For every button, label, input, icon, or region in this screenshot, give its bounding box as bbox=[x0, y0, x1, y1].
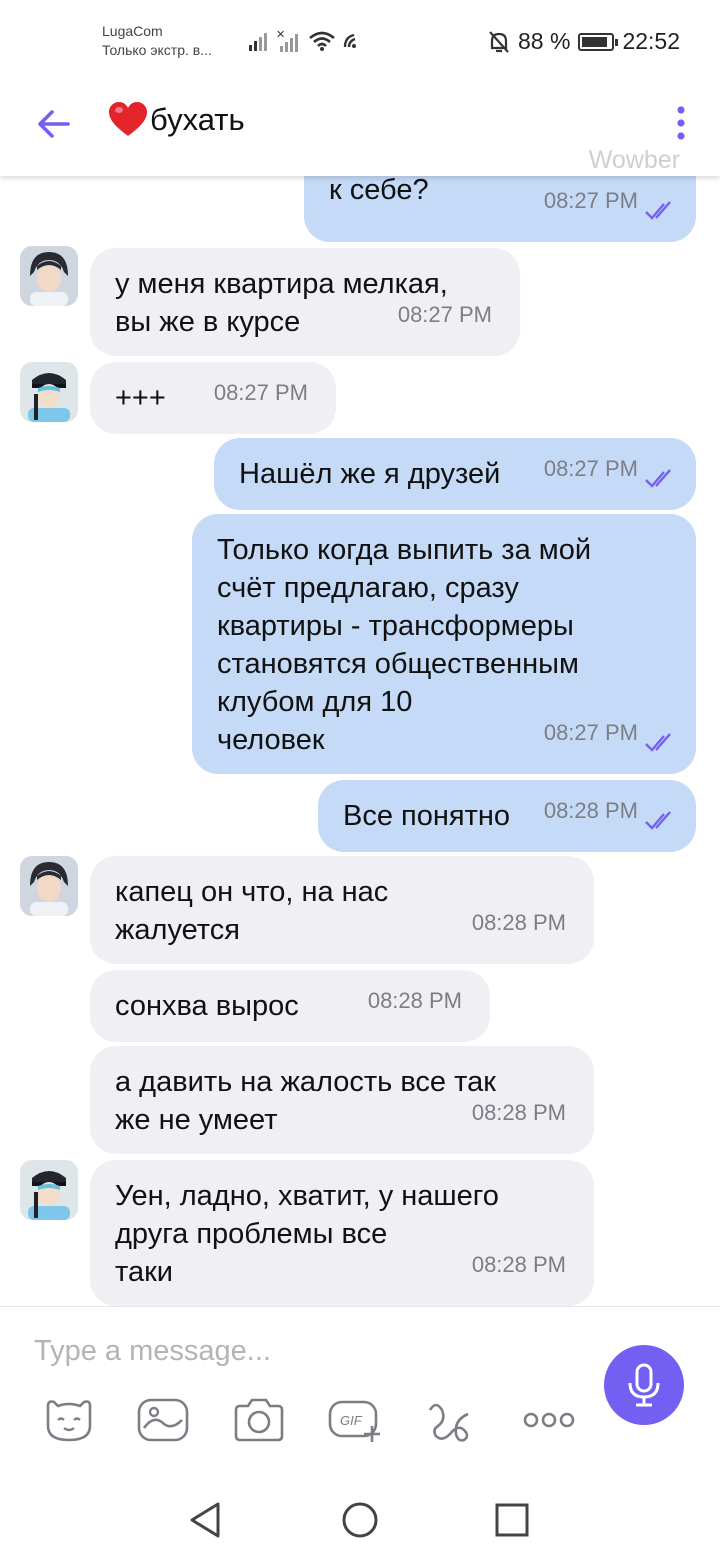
read-ticks-icon bbox=[645, 733, 671, 752]
avatar-2-image bbox=[20, 362, 78, 422]
message-time: 08:27 PM bbox=[213, 380, 308, 405]
message-bubble-incoming[interactable]: сонхва вырос 08:28 PM bbox=[90, 970, 490, 1042]
message-bubble-outgoing[interactable]: Только когда выпить за мой счёт предлага… bbox=[192, 514, 696, 774]
camera-button[interactable] bbox=[230, 1395, 288, 1445]
avatar[interactable] bbox=[20, 362, 78, 422]
gif-icon: GIF bbox=[328, 1400, 380, 1442]
carrier-status: Только экстр. в... bbox=[102, 42, 212, 58]
read-ticks-icon bbox=[645, 811, 671, 830]
avatar[interactable] bbox=[20, 856, 78, 916]
chat-title[interactable]: бухать bbox=[108, 102, 245, 138]
nfc-icon bbox=[343, 33, 356, 48]
message-bubble-outgoing[interactable]: Все понятно 08:28 PM bbox=[318, 780, 696, 852]
message-time: 08:28 PM bbox=[543, 798, 638, 823]
status-bar: LugaCom Только экстр. в... ✕ 88 % 22:52 bbox=[0, 0, 720, 70]
more-icon bbox=[523, 1412, 575, 1428]
mute-icon bbox=[489, 30, 509, 53]
message-bubble-incoming[interactable]: капец он что, на нас жалуется 08:28 PM bbox=[90, 856, 594, 964]
composer: GIF bbox=[0, 1306, 720, 1480]
message-bubble-incoming[interactable]: у меня квартира мелкая, вы же в курсе 08… bbox=[90, 248, 520, 356]
message-text: Только когда выпить за мой счёт предлага… bbox=[217, 534, 592, 756]
arrow-left-icon[interactable] bbox=[34, 104, 74, 144]
avatar-2-image bbox=[20, 1160, 78, 1220]
avatar-1-image bbox=[20, 856, 78, 916]
signal-icon bbox=[249, 33, 267, 51]
avatar[interactable] bbox=[20, 246, 78, 306]
battery-icon bbox=[578, 32, 619, 51]
sticker-icon bbox=[46, 1400, 92, 1442]
message-text: Все понятно bbox=[343, 800, 511, 832]
message-bubble-outgoing[interactable]: Нашёл же я друзей 08:27 PM bbox=[214, 438, 696, 510]
status-icons: ✕ bbox=[248, 28, 360, 54]
mic-button[interactable] bbox=[604, 1345, 684, 1425]
message-time: 08:28 PM bbox=[471, 1252, 566, 1277]
chat-title-text: бухать bbox=[150, 102, 245, 137]
message-bubble-incoming[interactable]: а давить на жалость все так же не умеет … bbox=[90, 1046, 594, 1154]
message-time: 08:27 PM bbox=[543, 720, 638, 745]
message-time: 08:28 PM bbox=[471, 910, 566, 935]
message-text: Уен, ладно, хватит, у нашего друга пробл… bbox=[115, 1180, 499, 1288]
message-bubble-incoming[interactable]: Уен, ладно, хватит, у нашего друга пробл… bbox=[90, 1160, 594, 1306]
svg-text:✕: ✕ bbox=[276, 29, 285, 41]
clock: 22:52 bbox=[622, 28, 680, 54]
carrier-info: LugaCom Только экстр. в... bbox=[102, 22, 212, 60]
message-time: 08:27 PM bbox=[397, 302, 492, 327]
gif-button[interactable]: GIF bbox=[326, 1395, 384, 1445]
message-bubble-outgoing[interactable]: Можете меня пустить к себе? 08:27 PM bbox=[304, 176, 696, 242]
avatar[interactable] bbox=[20, 1160, 78, 1220]
microphone-icon bbox=[628, 1363, 660, 1407]
message-text: а давить на жалость все так же не умеет bbox=[115, 1066, 496, 1136]
more-button[interactable] bbox=[520, 1395, 578, 1445]
message-time: 08:28 PM bbox=[471, 1100, 566, 1125]
battery-percent: 88 % bbox=[518, 28, 571, 54]
sticker-button[interactable] bbox=[40, 1395, 98, 1445]
message-input[interactable] bbox=[34, 1331, 554, 1371]
heart-icon bbox=[109, 102, 147, 136]
message-text: +++ bbox=[115, 382, 166, 414]
chat-header: бухать Wowber bbox=[0, 70, 720, 176]
doodle-button[interactable] bbox=[422, 1395, 480, 1445]
message-time: 08:27 PM bbox=[543, 188, 638, 213]
gallery-button[interactable] bbox=[134, 1395, 192, 1445]
message-text: Нашёл же я друзей bbox=[239, 458, 501, 490]
message-text: сонхва вырос bbox=[115, 990, 299, 1022]
carrier-name: LugaCom bbox=[102, 23, 163, 39]
avatar-1-image bbox=[20, 246, 78, 306]
svg-text:GIF: GIF bbox=[340, 1413, 363, 1428]
read-ticks-icon bbox=[645, 201, 671, 220]
watermark: Wowber bbox=[588, 146, 680, 174]
status-right: 88 % 22:52 bbox=[488, 28, 680, 55]
read-ticks-icon bbox=[645, 469, 671, 488]
doodle-icon bbox=[428, 1403, 469, 1442]
signal-x-icon: ✕ bbox=[276, 29, 298, 52]
kebab-icon[interactable] bbox=[676, 106, 686, 140]
system-nav-bar bbox=[0, 1480, 720, 1560]
wifi-icon bbox=[309, 31, 335, 51]
message-bubble-incoming[interactable]: +++ 08:27 PM bbox=[90, 362, 336, 434]
back-triangle-icon[interactable] bbox=[186, 1500, 226, 1540]
chat-area[interactable]: Можете меня пустить к себе? 08:27 PM у м… bbox=[0, 176, 720, 1306]
message-time: 08:27 PM bbox=[543, 456, 638, 481]
home-circle-icon[interactable] bbox=[340, 1500, 380, 1540]
message-time: 08:28 PM bbox=[367, 988, 462, 1013]
camera-icon bbox=[234, 1398, 284, 1442]
gallery-icon bbox=[137, 1398, 189, 1442]
message-text: капец он что, на нас жалуется bbox=[115, 876, 389, 946]
recents-square-icon[interactable] bbox=[492, 1500, 532, 1540]
